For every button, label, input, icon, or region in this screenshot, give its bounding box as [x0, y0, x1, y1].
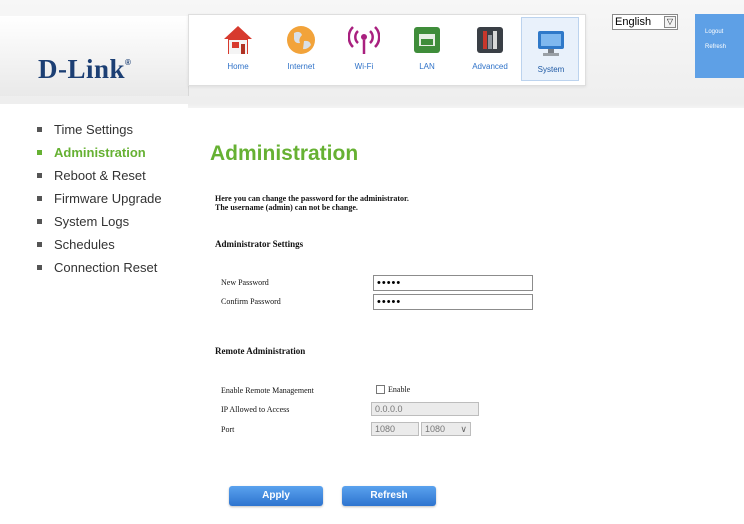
ip-allowed-field[interactable]: 0.0.0.0 — [371, 402, 479, 416]
advanced-tools-icon — [477, 27, 503, 53]
sidebar-item-connection-reset[interactable]: Connection Reset — [36, 261, 186, 284]
bullet-icon — [37, 150, 42, 155]
language-select[interactable]: English ▽ — [612, 14, 678, 30]
ip-allowed-label: IP Allowed to Access — [221, 405, 290, 414]
sidebar-item-label: Connection Reset — [54, 260, 158, 275]
confirm-password-field[interactable]: ••••• — [373, 294, 533, 310]
enable-remote-label: Enable Remote Management — [221, 386, 314, 395]
port-select[interactable]: 1080 ∨ — [421, 422, 471, 436]
sidebar-item-label: Schedules — [54, 237, 115, 252]
port-select-value: 1080 — [425, 424, 446, 434]
wifi-icon — [348, 26, 380, 54]
sidebar-item-label: Firmware Upgrade — [54, 191, 162, 206]
nav-wifi[interactable]: Wi-Fi — [335, 15, 393, 81]
nav-lan[interactable]: LAN — [398, 15, 456, 81]
sidebar-item-reboot-reset[interactable]: Reboot & Reset — [36, 169, 186, 192]
page-title: Administration — [210, 142, 359, 165]
bullet-icon — [37, 173, 42, 178]
remote-admin-heading: Remote Administration — [215, 346, 306, 356]
enable-remote-checkbox[interactable] — [376, 385, 385, 394]
confirm-password-label: Confirm Password — [221, 297, 281, 306]
home-icon — [224, 26, 252, 54]
admin-settings-heading: Administrator Settings — [215, 239, 304, 249]
dlink-logo[interactable]: D-Link® — [38, 54, 131, 85]
page-description: Here you can change the password for the… — [215, 194, 409, 212]
nav-internet-label: Internet — [287, 62, 315, 71]
nav-wifi-label: Wi-Fi — [354, 62, 374, 71]
lan-port-icon — [414, 27, 440, 53]
sidebar-item-time-settings[interactable]: Time Settings — [36, 123, 186, 146]
main-content: Administration Here you can change the p… — [188, 108, 744, 524]
port-field[interactable]: 1080 — [371, 422, 419, 436]
new-password-label: New Password — [221, 278, 269, 287]
apply-button[interactable]: Apply — [229, 486, 323, 506]
enable-checkbox-label: Enable — [388, 385, 411, 394]
nav-advanced[interactable]: Advanced — [461, 15, 519, 81]
bullet-icon — [37, 127, 42, 132]
sidebar-item-schedules[interactable]: Schedules — [36, 238, 186, 261]
chevron-down-icon: ▽ — [664, 16, 676, 28]
bullet-icon — [37, 196, 42, 201]
sidebar-item-label: System Logs — [54, 214, 130, 229]
logo-registered-mark: ® — [125, 58, 132, 67]
system-monitor-icon — [538, 31, 564, 56]
logout-link[interactable]: Logout — [705, 29, 723, 35]
description-line-1: Here you can change the password for the… — [215, 194, 409, 203]
refresh-link[interactable]: Refresh — [705, 44, 726, 50]
bullet-icon — [37, 242, 42, 247]
nav-system-label: System — [537, 65, 565, 74]
logo-panel: D-Link® — [0, 16, 189, 96]
chevron-down-icon: ∨ — [460, 424, 467, 434]
logo-text: D-Link — [38, 54, 126, 84]
sidebar-item-label: Time Settings — [54, 122, 133, 137]
top-nav-menu: Home Internet Wi-Fi LAN Advanced System — [188, 14, 586, 86]
sidebar-item-label: Reboot & Reset — [54, 168, 146, 183]
bullet-icon — [37, 265, 42, 270]
nav-home-label: Home — [227, 62, 249, 71]
language-selected: English — [615, 16, 652, 28]
internet-globe-icon — [287, 26, 315, 54]
sidebar-item-label: Administration — [54, 145, 146, 160]
nav-system[interactable]: System — [521, 17, 579, 81]
new-password-field[interactable]: ••••• — [373, 275, 533, 291]
nav-home[interactable]: Home — [209, 15, 267, 81]
sidebar-item-firmware-upgrade[interactable]: Firmware Upgrade — [36, 192, 186, 215]
nav-lan-label: LAN — [419, 62, 435, 71]
port-label: Port — [221, 425, 235, 434]
bullet-icon — [37, 219, 42, 224]
nav-advanced-label: Advanced — [472, 62, 508, 71]
header-links-panel: Logout Refresh — [695, 14, 744, 78]
description-line-2: The username (admin) can not be change. — [215, 203, 358, 212]
sidebar: Time Settings Administration Reboot & Re… — [36, 123, 186, 284]
refresh-button[interactable]: Refresh — [342, 486, 436, 506]
sidebar-item-system-logs[interactable]: System Logs — [36, 215, 186, 238]
sidebar-item-administration[interactable]: Administration — [36, 146, 186, 169]
nav-internet[interactable]: Internet — [272, 15, 330, 81]
